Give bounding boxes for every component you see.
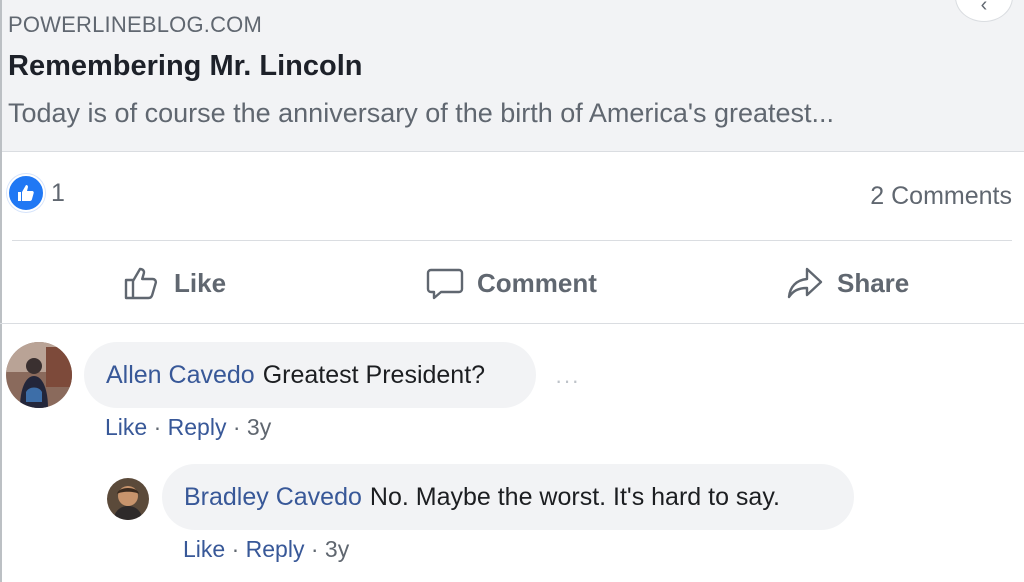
like-reaction-icon[interactable]: [7, 174, 45, 212]
comment-meta: Like · Reply · 3y: [105, 414, 271, 441]
like-button-label: Like: [174, 267, 227, 298]
share-button-label: Share: [837, 267, 910, 298]
chevron-icon: ‹: [980, 0, 988, 16]
link-description: Today is of course the anniversary of th…: [8, 98, 835, 128]
share-button[interactable]: Share: [785, 263, 909, 303]
share-arrow-icon: [787, 267, 823, 299]
like-count[interactable]: 1: [51, 179, 65, 208]
post-actions: Like Comment Share: [0, 241, 1024, 323]
link-title[interactable]: Remembering Mr. Lincoln: [8, 50, 363, 83]
avatar[interactable]: [107, 478, 149, 520]
speech-bubble-icon: [426, 268, 464, 300]
thumbs-up-icon: [124, 267, 158, 300]
divider: [0, 323, 1024, 324]
separator: ·: [231, 536, 246, 562]
comment-author[interactable]: Allen Cavedo: [106, 361, 255, 390]
comments-count-link[interactable]: 2 Comments: [870, 182, 1012, 211]
separator: ·: [310, 536, 325, 562]
comment-bubble: Allen Cavedo Greatest President?: [84, 342, 536, 408]
reply-reply-link[interactable]: Reply: [246, 536, 305, 562]
reactions-bar: 1 2 Comments: [0, 152, 1024, 240]
comment-button[interactable]: Comment: [425, 263, 597, 303]
comment-reply-link[interactable]: Reply: [168, 414, 227, 440]
reply-bubble: Bradley Cavedo No. Maybe the worst. It's…: [162, 464, 854, 530]
comment-button-label: Comment: [477, 267, 597, 298]
separator: ·: [153, 414, 168, 440]
like-button[interactable]: Like: [122, 263, 226, 303]
reply-text: No. Maybe the worst. It's hard to say.: [369, 482, 780, 511]
avatar[interactable]: [6, 342, 72, 408]
reply-like-link[interactable]: Like: [183, 536, 225, 562]
reply-timestamp[interactable]: 3y: [325, 536, 349, 562]
comment-like-link[interactable]: Like: [105, 414, 147, 440]
comment-text: Greatest President?: [262, 360, 486, 389]
link-preview-card[interactable]: POWERLINEBLOG.COM Remembering Mr. Lincol…: [0, 0, 1024, 152]
reply-meta: Like · Reply · 3y: [183, 536, 349, 563]
separator: ·: [232, 414, 247, 440]
comment-timestamp[interactable]: 3y: [247, 414, 271, 440]
comment-options-icon[interactable]: ···: [555, 368, 580, 394]
reply-author[interactable]: Bradley Cavedo: [184, 483, 362, 512]
link-domain: POWERLINEBLOG.COM: [8, 12, 262, 37]
